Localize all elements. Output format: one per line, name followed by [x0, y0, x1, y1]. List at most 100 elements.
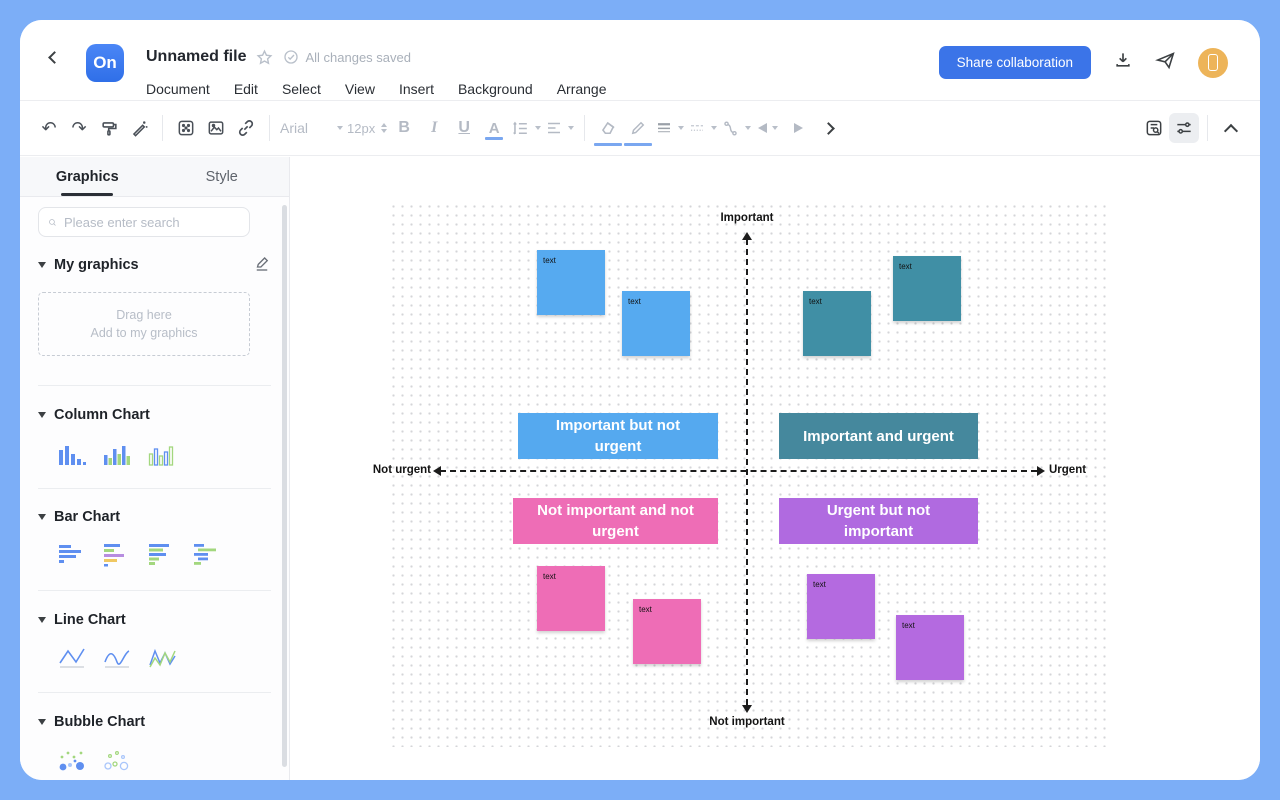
font-size-stepper[interactable]: 12px: [345, 113, 389, 143]
font-color-button[interactable]: A: [479, 113, 509, 143]
line-chart-thumb-3[interactable]: [146, 644, 178, 672]
column-chart-thumb-2[interactable]: [101, 441, 133, 469]
menu-edit[interactable]: Edit: [234, 81, 258, 97]
magic-wand-icon[interactable]: [124, 113, 154, 143]
menu-insert[interactable]: Insert: [399, 81, 434, 97]
bar-chart-header[interactable]: Bar Chart: [38, 509, 271, 525]
chevron-right-icon: [822, 122, 835, 135]
menu-background[interactable]: Background: [458, 81, 533, 97]
tab-style[interactable]: Style: [155, 157, 290, 196]
bar-chart-thumb-4[interactable]: [191, 541, 223, 569]
menu-arrange[interactable]: Arrange: [557, 81, 607, 97]
line-chart-thumb-1[interactable]: [56, 644, 88, 672]
bar-chart-icon: [57, 542, 87, 568]
bubble-chart-thumb-2[interactable]: [101, 747, 133, 775]
insert-table-icon[interactable]: [171, 113, 201, 143]
arrow-start-button[interactable]: [753, 113, 783, 143]
logo-text: On: [93, 53, 117, 73]
line-chart-icon: [57, 645, 87, 671]
axis-arrow-down: [742, 705, 752, 713]
bubble-chart-header[interactable]: Bubble Chart: [38, 714, 271, 730]
bar-chart-thumb-1[interactable]: [56, 541, 88, 569]
insert-link-icon[interactable]: [231, 113, 261, 143]
sticky-note[interactable]: text: [633, 599, 701, 664]
bubble-chart-title: Bubble Chart: [54, 714, 145, 730]
sticky-note[interactable]: text: [803, 291, 871, 356]
fill-color-button[interactable]: [593, 113, 623, 143]
download-icon[interactable]: [1113, 50, 1133, 75]
line-chart-thumb-2[interactable]: [101, 644, 133, 672]
quadrant-label-important-not-urgent[interactable]: Important but not urgent: [518, 413, 718, 459]
sidebar-scrollbar[interactable]: [282, 205, 287, 767]
column-chart-header[interactable]: Column Chart: [38, 407, 271, 423]
column-chart-thumb-3[interactable]: [146, 441, 178, 469]
canvas[interactable]: Important Not important Not urgent Urgen…: [290, 157, 1260, 780]
line-width-button[interactable]: [653, 113, 686, 143]
menu-view[interactable]: View: [345, 81, 375, 97]
bar-chart-thumb-3[interactable]: [146, 541, 178, 569]
redo-icon[interactable]: ↷: [64, 113, 94, 143]
saved-status: All changes saved: [283, 49, 411, 65]
bar-chart-thumb-2[interactable]: [101, 541, 133, 569]
connector-button[interactable]: [719, 113, 753, 143]
bar-chart-icon: [147, 542, 177, 568]
settings-sliders-button[interactable]: [1169, 113, 1199, 143]
sticky-note[interactable]: text: [622, 291, 690, 356]
tab-graphics[interactable]: Graphics: [20, 157, 155, 196]
quadrant-label-important-urgent[interactable]: Important and urgent: [779, 413, 978, 459]
my-graphics-dropzone[interactable]: Drag here Add to my graphics: [38, 292, 250, 356]
underline-button[interactable]: U: [449, 113, 479, 143]
line-height-button[interactable]: [509, 113, 543, 143]
insert-image-icon[interactable]: [201, 113, 231, 143]
sticky-note[interactable]: text: [537, 566, 605, 631]
sticky-note[interactable]: text: [896, 615, 964, 680]
axis-label-not-important: Not important: [709, 716, 784, 728]
undo-icon[interactable]: ↶: [34, 113, 64, 143]
line-style-button[interactable]: [686, 113, 719, 143]
chevron-down-icon: [678, 126, 684, 130]
send-plane-icon[interactable]: [1155, 50, 1176, 76]
quadrant-label-urgent-not-important[interactable]: Urgent but not important: [779, 498, 978, 544]
back-chevron-icon[interactable]: [48, 51, 61, 64]
search-icon: [48, 215, 57, 230]
app-logo[interactable]: On: [86, 44, 124, 82]
bubble-chart-thumbs: [56, 747, 133, 775]
font-size-value: 12px: [347, 121, 375, 136]
quadrant-label-not-important-not-urgent[interactable]: Not important and not urgent: [513, 498, 718, 544]
triangle-down-icon: [38, 262, 46, 268]
font-family-value: Arial: [280, 120, 332, 136]
edit-pencil-icon[interactable]: [253, 255, 271, 278]
menu-select[interactable]: Select: [282, 81, 321, 97]
expand-toolbar-button[interactable]: [813, 113, 843, 143]
share-collaboration-button[interactable]: Share collaboration: [939, 46, 1091, 79]
sticky-note[interactable]: text: [807, 574, 875, 639]
bold-button[interactable]: B: [389, 113, 419, 143]
italic-button[interactable]: I: [419, 113, 449, 143]
arrow-end-button[interactable]: [783, 113, 813, 143]
axis-arrow-left: [433, 466, 441, 476]
star-icon[interactable]: [256, 49, 273, 66]
font-family-select[interactable]: Arial: [278, 113, 345, 143]
line-chart-header[interactable]: Line Chart: [38, 612, 271, 628]
sticky-note[interactable]: text: [537, 250, 605, 315]
my-graphics-header[interactable]: My graphics: [38, 257, 271, 273]
axis-label-important: Important: [720, 212, 773, 224]
bar-chart-icon: [192, 542, 222, 568]
menu-document[interactable]: Document: [146, 81, 210, 97]
file-title[interactable]: Unnamed file: [146, 48, 246, 66]
search-box[interactable]: [38, 207, 250, 237]
arrow-left-icon: [758, 123, 767, 133]
sticky-note[interactable]: text: [893, 256, 961, 321]
format-painter-icon[interactable]: [94, 113, 124, 143]
avatar[interactable]: [1198, 48, 1228, 78]
bubble-chart-thumb-1[interactable]: [56, 747, 88, 775]
align-button[interactable]: [543, 113, 576, 143]
border-color-button[interactable]: [623, 113, 653, 143]
dot-grid-board[interactable]: Important Not important Not urgent Urgen…: [389, 202, 1107, 747]
vertical-axis: [746, 239, 748, 705]
collapse-toolbar-button[interactable]: [1216, 113, 1246, 143]
search-input[interactable]: [64, 215, 240, 230]
column-chart-thumb-1[interactable]: [56, 441, 88, 469]
doc-search-button[interactable]: [1139, 113, 1169, 143]
axis-arrow-right: [1037, 466, 1045, 476]
